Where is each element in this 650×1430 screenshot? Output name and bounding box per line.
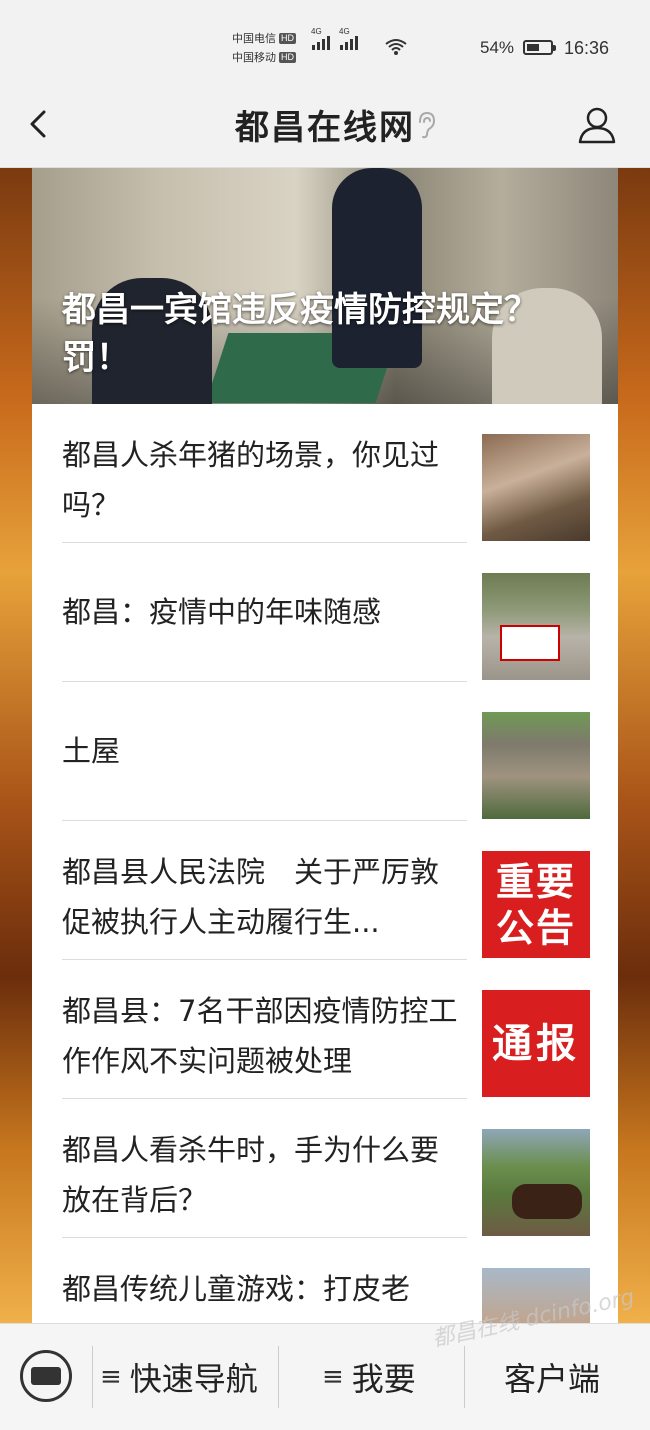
news-title: 都昌县人民法院 关于严厉敦促被执行人主动履行生... [62, 855, 440, 939]
wifi-icon [385, 39, 407, 55]
report-text: 通报 [492, 1020, 580, 1067]
clock: 16:36 [564, 38, 610, 58]
bottom-nav: ≡ 快速导航 ≡ 我要 客户端 [0, 1323, 650, 1430]
content-area: 都昌一宾馆违反疫情防控规定？罚！ 都昌人杀年猪的场景，你见过吗？ 都昌：疫情中的… [32, 168, 618, 1323]
cow-thumbnail [482, 1129, 590, 1236]
nav-divider [92, 1346, 93, 1408]
notice-text-1: 重要 [495, 859, 576, 904]
background-left [0, 168, 32, 1323]
signal-icon-1: 4G [311, 27, 330, 50]
news-item[interactable]: 都昌：疫情中的年味随感 [32, 543, 618, 682]
notice-thumbnail: 重要 公告 [482, 851, 590, 958]
road-thumbnail [482, 573, 590, 680]
pig-thumbnail [482, 434, 590, 541]
status-bar: 中国电信 HD 中国移动 HD 4G 4G 54% 16:36 [0, 0, 650, 88]
signal-icons: 4G 4G [311, 27, 358, 50]
keyboard-icon[interactable] [20, 1350, 72, 1402]
battery-percent: 54% [480, 38, 515, 57]
notice-text-2: 公告 [495, 905, 576, 950]
news-item[interactable]: 都昌人看杀牛时，手为什么要放在背后？ [32, 1099, 618, 1238]
quick-nav-label: 快速导航 [129, 1360, 258, 1398]
hero-title: 都昌一宾馆违反疫情防控规定？罚！ [62, 290, 538, 378]
user-icon[interactable] [576, 104, 618, 146]
news-title: 都昌人杀年猪的场景，你见过吗？ [62, 438, 440, 522]
house-thumbnail [482, 712, 590, 819]
ear-icon[interactable] [415, 110, 437, 140]
hd-badge-1: HD [279, 33, 296, 44]
news-item[interactable]: 都昌县：7名干部因疫情防控工作作风不实问题被处理 通报 [32, 960, 618, 1099]
menu-icon: ≡ [322, 1362, 344, 1392]
news-title: 都昌县：7名干部因疫情防控工作作风不实问题被处理 [62, 994, 458, 1078]
want-label: 我要 [351, 1360, 416, 1398]
news-title: 都昌人看杀牛时，手为什么要放在背后？ [62, 1133, 440, 1217]
report-thumbnail: 通报 [482, 990, 590, 1097]
signal-icon-2: 4G [339, 27, 358, 50]
hero-banner[interactable]: 都昌一宾馆违反疫情防控规定？罚！ [32, 168, 618, 404]
page-title: 都昌在线网 [235, 108, 415, 148]
menu-icon: ≡ [100, 1362, 122, 1392]
background-right [618, 168, 650, 1323]
news-list: 都昌人杀年猪的场景，你见过吗？ 都昌：疫情中的年味随感 土屋 都昌县人民法院 关… [32, 404, 618, 1323]
news-title: 都昌传统儿童游戏：打皮老 [62, 1272, 411, 1306]
news-title: 都昌：疫情中的年味随感 [62, 595, 382, 629]
carrier-1: 中国电信 [232, 33, 276, 45]
news-item[interactable]: 都昌县人民法院 关于严厉敦促被执行人主动履行生... 重要 公告 [32, 821, 618, 960]
nav-divider [278, 1346, 279, 1408]
nav-divider [464, 1346, 465, 1408]
battery-icon [523, 40, 556, 55]
client-label: 客户端 [504, 1360, 601, 1398]
news-item[interactable]: 土屋 [32, 682, 618, 821]
news-title: 土屋 [62, 734, 121, 768]
news-item[interactable]: 都昌人杀年猪的场景，你见过吗？ [32, 404, 618, 543]
carrier-info: 中国电信 HD 中国移动 HD [232, 30, 296, 68]
carrier-2: 中国移动 [232, 52, 276, 64]
want-button[interactable]: ≡ 我要 [322, 1352, 416, 1402]
quick-nav-button[interactable]: ≡ 快速导航 [100, 1352, 258, 1402]
hd-badge-2: HD [279, 52, 296, 63]
app-header: 都昌在线网 [0, 88, 650, 168]
client-button[interactable]: 客户端 [504, 1352, 600, 1402]
